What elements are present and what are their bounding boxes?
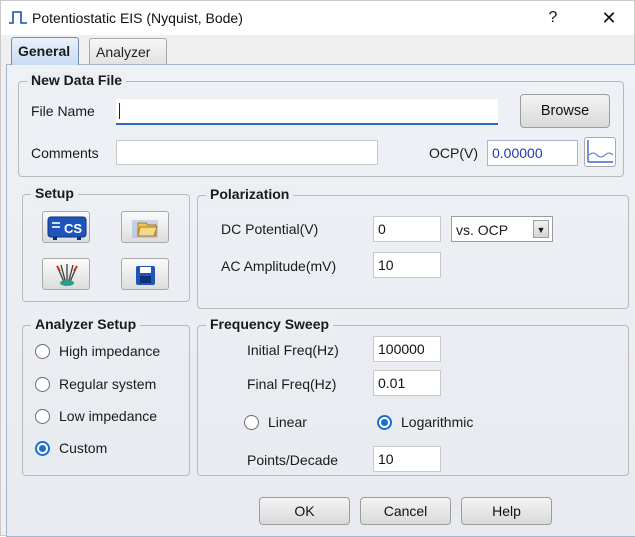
- file-name-input[interactable]: [116, 99, 498, 125]
- group-title-frequency-sweep: Frequency Sweep: [206, 316, 334, 332]
- chevron-down-icon: ▼: [533, 220, 549, 238]
- reference-select-value: vs. OCP: [456, 222, 509, 238]
- radio-low-impedance[interactable]: Low impedance: [35, 408, 157, 424]
- radio-linear[interactable]: Linear: [244, 414, 307, 430]
- group-title-analyzer-setup: Analyzer Setup: [31, 316, 141, 332]
- radio-logarithmic[interactable]: Logarithmic: [377, 414, 473, 430]
- initial-freq-label: Initial Freq(Hz): [247, 342, 339, 358]
- radio-button-selected[interactable]: [35, 440, 50, 456]
- radio-label: Logarithmic: [401, 414, 474, 430]
- radio-label: Linear: [268, 414, 307, 430]
- radio-label: High impedance: [59, 343, 161, 359]
- waveform-chart-icon[interactable]: [584, 137, 616, 167]
- browse-button[interactable]: Browse: [520, 94, 610, 128]
- electrode-cell-icon[interactable]: [42, 258, 90, 290]
- points-decade-label: Points/Decade: [247, 452, 339, 468]
- group-title-setup: Setup: [31, 185, 78, 201]
- text-cursor: [119, 103, 120, 119]
- radio-button[interactable]: [35, 343, 50, 359]
- ocp-value-field[interactable]: [487, 140, 578, 166]
- cs-instrument-icon[interactable]: CS: [42, 211, 90, 243]
- help-title-button[interactable]: ?: [536, 4, 570, 32]
- tab-general[interactable]: General: [11, 37, 79, 65]
- group-title-polarization: Polarization: [206, 186, 294, 202]
- ac-amplitude-input[interactable]: [373, 252, 441, 278]
- save-disk-icon[interactable]: [121, 258, 169, 290]
- radio-button-selected[interactable]: [377, 414, 392, 430]
- dc-potential-label: DC Potential(V): [221, 221, 319, 237]
- initial-freq-input[interactable]: [373, 336, 441, 362]
- tab-analyzer[interactable]: Analyzer: [89, 38, 167, 64]
- dc-potential-input[interactable]: [373, 216, 441, 242]
- radio-button[interactable]: [244, 414, 259, 430]
- final-freq-input[interactable]: [373, 370, 441, 396]
- radio-label: Custom: [59, 440, 108, 456]
- ok-button[interactable]: OK: [259, 497, 350, 525]
- radio-regular-system[interactable]: Regular system: [35, 376, 156, 392]
- help-button[interactable]: Help: [461, 497, 552, 525]
- ac-amplitude-label: AC Amplitude(mV): [221, 258, 337, 274]
- comments-label: Comments: [31, 145, 99, 161]
- radio-button[interactable]: [35, 408, 50, 424]
- cancel-button[interactable]: Cancel: [360, 497, 451, 525]
- ocp-label: OCP(V): [429, 145, 478, 161]
- final-freq-label: Final Freq(Hz): [247, 376, 337, 392]
- pulse-wave-icon: [9, 11, 27, 24]
- group-title-new-data-file: New Data File: [27, 72, 127, 88]
- close-button[interactable]: ✕: [590, 4, 628, 32]
- radio-label: Low impedance: [59, 408, 158, 424]
- cs-label: CS: [64, 221, 82, 236]
- points-decade-input[interactable]: [373, 446, 441, 472]
- radio-custom[interactable]: Custom: [35, 440, 107, 456]
- comments-input[interactable]: [116, 140, 378, 165]
- open-folder-icon[interactable]: [121, 211, 169, 243]
- radio-label: Regular system: [59, 376, 157, 392]
- dialog-window: Potentiostatic EIS (Nyquist, Bode) ? ✕ G…: [0, 0, 635, 537]
- file-name-label: File Name: [31, 103, 95, 119]
- title-bar: Potentiostatic EIS (Nyquist, Bode) ? ✕: [1, 1, 634, 35]
- radio-high-impedance[interactable]: High impedance: [35, 343, 160, 359]
- reference-select[interactable]: vs. OCP ▼: [451, 216, 553, 242]
- radio-button[interactable]: [35, 376, 50, 392]
- window-title: Potentiostatic EIS (Nyquist, Bode): [32, 10, 243, 26]
